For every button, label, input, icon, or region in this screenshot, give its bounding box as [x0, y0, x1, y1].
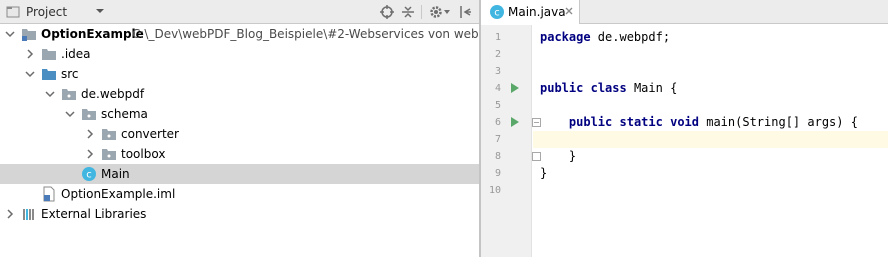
chevron-down-icon[interactable]: [95, 6, 105, 16]
expanded-arrow-icon[interactable]: [25, 69, 35, 79]
gear-icon[interactable]: [428, 4, 444, 20]
project-panel-title: Project: [26, 5, 68, 19]
code-line-4[interactable]: public class Main {: [533, 80, 888, 97]
keyword: static: [619, 115, 663, 129]
crosshair-icon[interactable]: [379, 4, 395, 20]
keyword: public: [540, 81, 584, 95]
tree-item-external-libraries[interactable]: External Libraries: [0, 204, 479, 224]
code-line-8[interactable]: }: [533, 148, 888, 165]
collapsed-arrow-icon[interactable]: [85, 129, 95, 139]
module-folder-icon: [22, 29, 36, 41]
code-line-1[interactable]: package de.webpdf;: [533, 29, 888, 46]
tree-item-optionexample[interactable]: OptionExample C:\_Dev\webPDF_Blog_Beispi…: [0, 24, 479, 44]
line-number: 6: [494, 117, 501, 128]
project-view-selector[interactable]: Project: [6, 4, 67, 20]
expanded-arrow-icon[interactable]: [5, 29, 15, 39]
close-icon[interactable]: [563, 5, 575, 17]
tree-item-label: External Libraries: [41, 207, 147, 221]
toolbar-separator: [421, 5, 422, 19]
package-icon: [62, 89, 76, 100]
tree-item-toolbox[interactable]: toolbox: [0, 144, 479, 164]
tree-item-label: src: [61, 67, 79, 81]
line-number: 9: [494, 168, 501, 179]
java-class-icon: c: [82, 167, 96, 181]
tree-item-src[interactable]: src: [0, 64, 479, 84]
editor-tab-bar: c Main.java: [481, 0, 888, 24]
code-text: }: [540, 166, 548, 180]
editor-pane: c Main.java 1 2 3 4 5 6 7 8 9 10 package…: [481, 0, 888, 257]
project-view-icon: [6, 6, 20, 18]
tree-item-main[interactable]: c Main: [0, 164, 479, 184]
line-number: 2: [494, 49, 501, 60]
tree-item-label: OptionExample: [41, 27, 144, 41]
gear-dropdown-icon[interactable]: [444, 10, 450, 15]
code-line-9[interactable]: }: [533, 165, 888, 182]
svg-text:c: c: [86, 170, 92, 181]
line-number: 1: [494, 32, 501, 43]
code-area[interactable]: package de.webpdf; public class Main { p…: [533, 25, 888, 257]
code-line-7-current[interactable]: [533, 131, 888, 148]
line-number: 4: [494, 83, 501, 94]
keyword: void: [670, 115, 699, 129]
expanded-arrow-icon[interactable]: [65, 109, 75, 119]
code-line-6[interactable]: public static void main(String[] args) {: [533, 114, 888, 131]
keyword: package: [540, 30, 591, 44]
tree-item-idea[interactable]: .idea: [0, 44, 479, 64]
tree-item-path: C:\_Dev\webPDF_Blog_Beispiele\#2-Webserv…: [132, 27, 479, 41]
keyword: public: [568, 115, 613, 129]
code-text: Main {: [626, 81, 678, 95]
editor-gutter[interactable]: 1 2 3 4 5 6 7 8 9 10: [481, 25, 541, 257]
collapse-all-icon[interactable]: [400, 4, 416, 20]
line-number: 8: [494, 151, 501, 162]
project-panel-header: Project: [0, 0, 479, 24]
tree-item-schema[interactable]: schema: [0, 104, 479, 124]
tree-item-de-webpdf[interactable]: de.webpdf: [0, 84, 479, 104]
tab-label: Main.java: [508, 5, 566, 19]
tree-item-iml[interactable]: OptionExample.iml: [0, 184, 479, 204]
line-number: 7: [494, 134, 501, 145]
run-icon[interactable]: [510, 83, 520, 93]
module-file-icon: [43, 186, 55, 202]
code-text: }: [568, 149, 577, 163]
tree-item-label: toolbox: [121, 147, 166, 161]
tree-item-label: converter: [121, 127, 179, 141]
tree-item-label: Main: [101, 167, 130, 181]
line-number: 3: [494, 66, 501, 77]
tab-main-java[interactable]: c Main.java: [481, 0, 580, 24]
project-panel: Project OptionExample C:\_Dev\webPDF_Blo…: [0, 0, 479, 257]
keyword: class: [590, 81, 627, 95]
collapsed-arrow-icon[interactable]: [5, 209, 15, 219]
package-icon: [102, 129, 116, 140]
expanded-arrow-icon[interactable]: [45, 89, 55, 99]
tree-item-label: OptionExample.iml: [61, 187, 176, 201]
line-number: 10: [488, 185, 501, 196]
tree-item-converter[interactable]: converter: [0, 124, 479, 144]
tree-item-label: schema: [101, 107, 148, 121]
svg-text:c: c: [494, 8, 500, 19]
line-number: 5: [494, 100, 501, 111]
hide-panel-icon[interactable]: [457, 4, 473, 20]
code-text: main(String[] args) {: [699, 115, 858, 129]
tree-item-label: de.webpdf: [81, 87, 145, 101]
source-folder-icon: [42, 69, 56, 80]
run-icon[interactable]: [510, 117, 520, 127]
folder-icon: [42, 49, 56, 60]
collapsed-arrow-icon[interactable]: [25, 49, 35, 59]
code-text: de.webpdf;: [590, 30, 671, 44]
library-icon: [23, 209, 34, 220]
collapsed-arrow-icon[interactable]: [85, 149, 95, 159]
package-icon: [102, 149, 116, 160]
package-icon: [82, 109, 96, 120]
tree-item-label: .idea: [61, 47, 91, 61]
java-class-icon: c: [490, 5, 504, 19]
